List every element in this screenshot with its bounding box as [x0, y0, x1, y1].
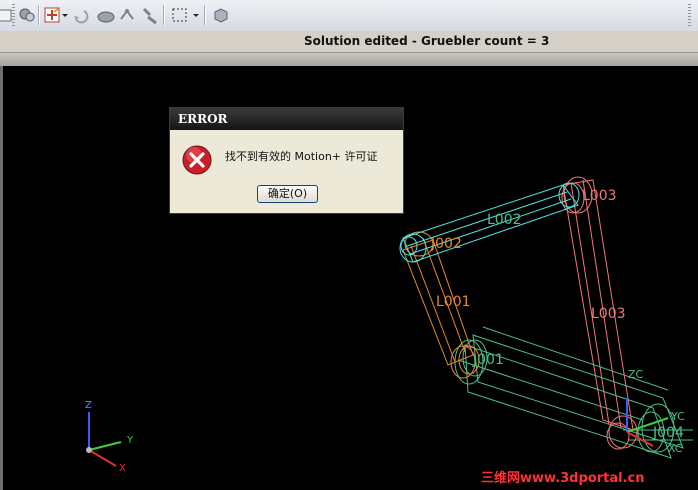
label-l003-lower: L003	[591, 306, 626, 322]
status-bar: Solution edited - Gruebler count = 3	[0, 31, 698, 53]
toolbar-grip[interactable]	[12, 4, 15, 26]
toolbar-separator	[38, 5, 40, 25]
toolbar-grip[interactable]	[688, 4, 691, 26]
label-xc: XC	[668, 442, 683, 455]
ok-button[interactable]: 确定(O)	[257, 185, 318, 203]
select-box-icon[interactable]	[170, 5, 190, 25]
animation-icon[interactable]	[17, 5, 37, 25]
sheet-body-icon[interactable]	[96, 5, 116, 25]
chevron-down-icon[interactable]	[191, 5, 201, 25]
error-dialog: ERROR 找不到有效的 Motion+ 许可证 确定(O)	[169, 107, 404, 214]
view-triad: Z Y X	[85, 400, 134, 474]
error-icon	[182, 145, 212, 175]
dialog-title-bar[interactable]: ERROR	[170, 108, 403, 130]
tool-icon[interactable]	[140, 5, 160, 25]
toolbar-separator	[163, 5, 165, 25]
triad-z-label: Z	[85, 400, 92, 411]
triad-y-label: Y	[126, 435, 134, 446]
label-l001: L001	[436, 294, 471, 310]
label-j004: J004	[652, 425, 684, 441]
toolbar-separator	[204, 5, 206, 25]
watermark-text: 三维网www.3dportal.cn	[481, 470, 644, 486]
status-text: Solution edited - Gruebler count = 3	[304, 34, 550, 48]
label-j002: J002	[430, 236, 462, 252]
label-yc: YC	[670, 410, 685, 423]
window-frame	[0, 53, 698, 66]
label-zc: ZC	[628, 368, 644, 381]
triad-x-label: X	[119, 463, 126, 474]
error-message: 找不到有效的 Motion+ 许可证	[225, 150, 378, 163]
chevron-down-icon[interactable]	[60, 5, 70, 25]
label-l002: L002	[487, 212, 522, 228]
move-icon[interactable]	[117, 5, 137, 25]
undo-icon[interactable]	[70, 5, 90, 25]
site-watermark: 三维网www.3dportal.cn	[481, 470, 644, 486]
solid-icon[interactable]	[211, 5, 231, 25]
dialog-title: ERROR	[178, 112, 228, 126]
label-j001: J001	[472, 352, 504, 368]
main-toolbar	[0, 0, 698, 32]
label-l003: L003	[582, 188, 617, 204]
